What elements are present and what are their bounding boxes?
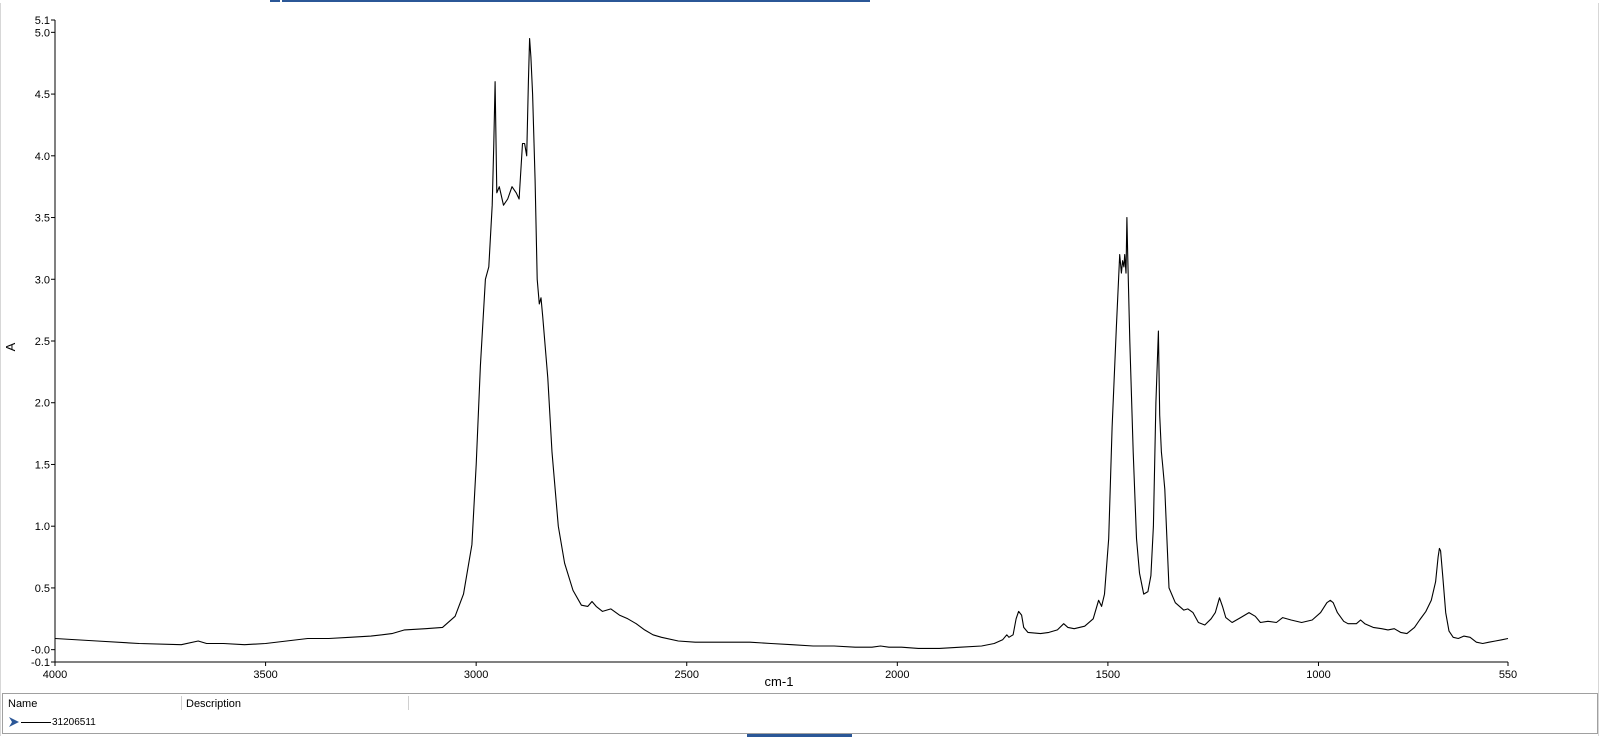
- axes-layer: [54, 20, 1508, 663]
- y-tick-label: -0.0: [31, 645, 50, 657]
- y-tick-label: 0.5: [35, 583, 50, 595]
- y-tick-label: 4.5: [35, 89, 50, 101]
- y-tick-label: 1.5: [35, 459, 50, 471]
- legend-panel: Name Description 31206511: [2, 693, 1598, 734]
- x-axis-title: cm-1: [765, 674, 794, 689]
- legend-header: Name Description: [3, 694, 1597, 710]
- column-divider[interactable]: [181, 696, 182, 710]
- ticks-layer: 5.15.0 4.5 4.0 3.5 3.0 2.5 2.0 1.5 1.0 0.5 -0.0-0.…: [31, 15, 1517, 681]
- y-tick-label: 3.0: [35, 274, 50, 286]
- y-tick-label: -0.1: [31, 657, 50, 669]
- current-row-arrow-icon: [9, 717, 19, 727]
- x-tick-label: 1500: [1096, 669, 1120, 681]
- x-tick-label: 2500: [674, 669, 698, 681]
- column-header-description[interactable]: Description: [186, 698, 241, 710]
- x-tick-label: 3500: [253, 669, 277, 681]
- x-tick-label: 1000: [1306, 669, 1330, 681]
- y-tick-label: 2.5: [35, 336, 50, 348]
- y-tick-label: 5.0: [35, 27, 50, 39]
- y-tick-label: 4.0: [35, 151, 50, 163]
- y-tick-label: 2.0: [35, 398, 50, 410]
- series-layer: [54, 37, 1509, 649]
- series-line-31206511[interactable]: [54, 37, 1509, 649]
- spectrum-chart[interactable]: 5.15.0 4.5 4.0 3.5 3.0 2.5 2.0 1.5 1.0 0.5 -0.0-0.…: [0, 0, 1600, 690]
- series-line-swatch: [21, 722, 51, 723]
- x-tick-label: 2000: [885, 669, 909, 681]
- legend-row[interactable]: 31206511: [3, 714, 1597, 732]
- y-tick-label: 3.5: [35, 213, 50, 225]
- x-tick-label: 550: [1499, 669, 1517, 681]
- y-tick-label: 5.1: [35, 15, 50, 27]
- x-tick-label: 3000: [464, 669, 488, 681]
- column-divider[interactable]: [408, 696, 409, 710]
- legend-row-name: 31206511: [52, 717, 96, 728]
- column-header-name[interactable]: Name: [8, 698, 37, 710]
- y-axis-title: A: [3, 342, 18, 351]
- x-tick-label: 4000: [43, 669, 67, 681]
- y-tick-label: 1.0: [35, 521, 50, 533]
